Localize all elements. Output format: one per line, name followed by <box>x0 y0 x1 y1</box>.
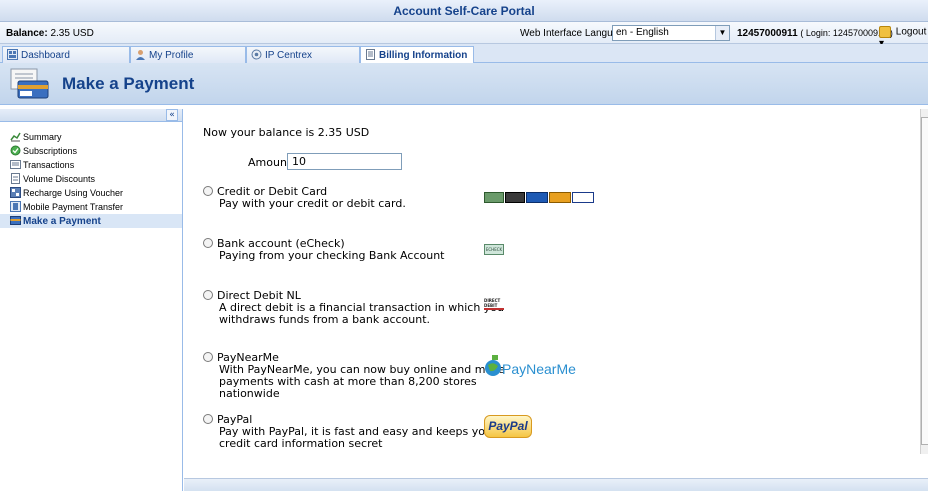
mobile-transfer-icon <box>10 201 21 212</box>
credit-cards-logo <box>484 192 594 205</box>
logout-label: Logout <box>895 26 927 38</box>
main-scrollbar[interactable] <box>920 109 928 454</box>
paypal-logo: PayPal <box>484 415 532 438</box>
payment-card-icon <box>10 68 49 99</box>
option-description: With PayNearMe, you can now buy online a… <box>219 363 505 400</box>
bottom-bar <box>184 478 928 491</box>
language-select[interactable]: en - English ▼ <box>612 25 730 41</box>
sidebar-item-label: Make a Payment <box>23 216 101 227</box>
tab-billing-information[interactable]: Billing Information <box>360 46 474 64</box>
page-header: Make a Payment <box>0 63 928 105</box>
sidebar-item-label: Subscriptions <box>23 146 78 156</box>
account-info: 12457000911 ( Login: 12457000911 ) <box>737 28 893 39</box>
option-description: A direct debit is a financial transactio… <box>219 301 505 326</box>
balance-label: Balance: <box>6 28 48 39</box>
account-number: 12457000911 <box>737 28 798 39</box>
sidebar-item-volume-discounts[interactable]: Volume Discounts <box>0 172 182 186</box>
sidebar-item-summary[interactable]: Summary <box>0 130 182 144</box>
ip-centrex-icon <box>251 49 262 60</box>
sidebar-item-label: Transactions <box>23 160 75 170</box>
billing-icon <box>366 49 375 60</box>
option-description: Pay with PayPal, it is fast and easy and… <box>219 425 492 450</box>
language-value: en - English <box>616 27 669 38</box>
tab-label: My Profile <box>149 50 194 61</box>
sidebar-item-label: Recharge Using Voucher <box>23 188 124 198</box>
voucher-icon <box>10 187 21 198</box>
chevron-down-icon[interactable]: ▼ <box>715 26 729 40</box>
page-title: Make a Payment <box>62 74 195 93</box>
paynearme-wordmark: PayNearMe <box>502 361 576 377</box>
balance-display: Balance: 2.35 USD <box>6 28 94 39</box>
summary-icon <box>10 132 21 142</box>
balance-text: Now your balance is 2.35 USD <box>203 126 370 139</box>
paynearme-radio[interactable] <box>203 352 213 362</box>
tab-label: IP Centrex <box>265 50 313 61</box>
echeck-logo: ECHECK <box>484 244 504 255</box>
tab-label: Dashboard <box>21 50 70 61</box>
dashboard-icon <box>7 49 18 60</box>
paypal-radio[interactable] <box>203 414 213 424</box>
echeck-radio[interactable] <box>203 238 213 248</box>
direct-debit-logo: DIRECT DEBIT <box>484 298 504 310</box>
option-description: Pay with your credit or debit card. <box>219 197 406 210</box>
paynearme-logo: PayNearMe <box>484 355 580 381</box>
sidebar-nav: Summary Subscriptions Transactions Volum… <box>0 130 182 228</box>
payment-icon <box>10 216 21 225</box>
tab-bar: Dashboard My Profile IP Centrex Billing … <box>0 44 928 64</box>
globe-icon <box>485 355 501 376</box>
sidebar-item-label: Mobile Payment Transfer <box>23 202 124 212</box>
info-bar: Balance: 2.35 USD Web Interface Language… <box>0 22 928 49</box>
transactions-icon <box>10 160 21 169</box>
collapse-button[interactable]: « <box>166 109 178 121</box>
sidebar-item-transactions[interactable]: Transactions <box>0 158 182 172</box>
subscriptions-icon <box>10 145 21 156</box>
tab-label: Billing Information <box>379 50 468 61</box>
main-content: Now your balance is 2.35 USD Amount: 10 … <box>184 109 920 454</box>
direct-debit-radio[interactable] <box>203 290 213 300</box>
sidebar-item-subscriptions[interactable]: Subscriptions <box>0 144 182 158</box>
sidebar-item-label: Volume Discounts <box>23 174 96 184</box>
title-bar: Account Self-Care Portal <box>0 0 928 22</box>
sidebar: « Summary Subscriptions Transactions Vol… <box>0 109 183 491</box>
scrollbar-thumb[interactable] <box>921 117 928 445</box>
sidebar-header: « <box>0 109 182 122</box>
tab-dashboard[interactable]: Dashboard <box>2 46 130 63</box>
tab-my-profile[interactable]: My Profile <box>130 46 246 63</box>
amount-input[interactable]: 10 <box>287 153 402 170</box>
credit-card-radio[interactable] <box>203 186 213 196</box>
volume-discounts-icon <box>11 173 20 184</box>
sidebar-item-mobile-payment-transfer[interactable]: Mobile Payment Transfer <box>0 200 182 214</box>
lock-icon <box>879 26 891 38</box>
tab-ip-centrex[interactable]: IP Centrex <box>246 46 360 63</box>
app-title: Account Self-Care Portal <box>393 4 535 18</box>
sidebar-item-recharge-voucher[interactable]: Recharge Using Voucher <box>0 186 182 200</box>
balance-value: 2.35 USD <box>50 28 94 39</box>
profile-icon <box>136 50 145 60</box>
option-description: Paying from your checking Bank Account <box>219 249 445 262</box>
sidebar-item-make-a-payment[interactable]: Make a Payment <box>0 214 182 228</box>
sidebar-item-label: Summary <box>23 132 62 142</box>
